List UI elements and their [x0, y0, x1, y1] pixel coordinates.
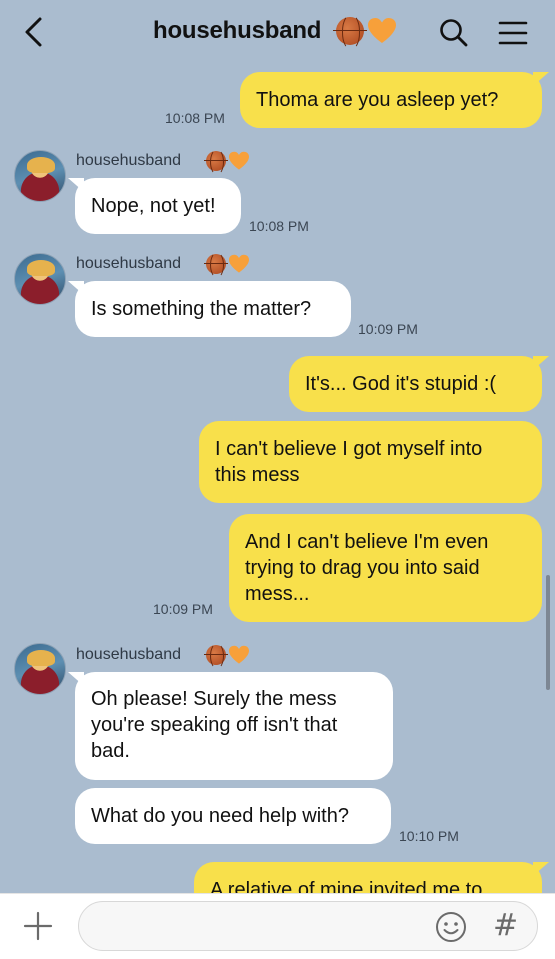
sender-name: househusband — [76, 255, 181, 272]
basketball-emoji-icon — [204, 149, 228, 175]
message-text: It's... God it's stupid :( — [305, 373, 497, 395]
title-emoji-group — [333, 14, 397, 50]
message-text-line: I can't believe I got myself into — [215, 438, 483, 460]
orange-heart-icon — [229, 254, 249, 273]
message-time: 10:08 PM — [249, 218, 309, 234]
sent-message-bubble[interactable]: It's... God it's stupid :( — [289, 356, 542, 412]
chat-title: househusband — [153, 17, 322, 44]
sent-message-bubble[interactable]: And I can't believe I'm even trying to d… — [229, 514, 542, 622]
plus-icon[interactable] — [22, 910, 54, 942]
message-time: 10:10 PM — [399, 828, 459, 844]
sender-emoji-group — [204, 252, 250, 278]
chevron-left-icon[interactable] — [18, 14, 50, 50]
basketball-emoji-icon — [333, 14, 367, 50]
message-composer: # — [0, 893, 555, 959]
basketball-emoji-icon — [204, 252, 228, 278]
orange-heart-icon — [229, 151, 249, 170]
message-text-line: trying to drag you into said — [245, 557, 480, 579]
received-message-bubble[interactable]: Oh please! Surely the mess you're speaki… — [75, 672, 393, 780]
scrollbar[interactable] — [546, 575, 550, 690]
message-text: Thoma are you asleep yet? — [256, 89, 499, 111]
message-time: 10:08 PM — [165, 110, 225, 126]
sender-emoji-group — [204, 643, 250, 669]
received-message-bubble[interactable]: What do you need help with? — [75, 788, 391, 844]
message-time: 10:09 PM — [153, 601, 213, 617]
message-text: What do you need help with? — [91, 805, 349, 827]
received-message-bubble[interactable]: Nope, not yet! — [75, 178, 241, 234]
sender-emoji-group — [204, 149, 250, 175]
orange-heart-icon — [229, 645, 249, 664]
avatar[interactable] — [14, 253, 66, 305]
message-time: 10:09 PM — [358, 321, 418, 337]
message-text-line: mess... — [245, 583, 310, 605]
sent-message-bubble[interactable]: I can't believe I got myself into this m… — [199, 421, 542, 503]
received-message-bubble[interactable]: Is something the matter? — [75, 281, 351, 337]
chat-header: househusband — [0, 0, 555, 62]
avatar[interactable] — [14, 150, 66, 202]
message-text-line: bad. — [91, 740, 130, 762]
message-text-line: And I can't believe I'm even — [245, 531, 489, 553]
orange-heart-icon — [368, 18, 396, 43]
basketball-emoji-icon — [204, 643, 228, 669]
sender-name: househusband — [76, 152, 181, 169]
hamburger-menu-icon[interactable] — [496, 16, 530, 50]
message-text: Nope, not yet! — [91, 195, 216, 217]
smiley-icon[interactable] — [434, 910, 468, 944]
avatar[interactable] — [14, 643, 66, 695]
message-text-line: you're speaking off isn't that — [91, 714, 338, 736]
hashtag-button[interactable]: # — [493, 908, 518, 943]
message-input[interactable]: # — [78, 901, 538, 951]
message-text: Is something the matter? — [91, 298, 312, 320]
message-text-line: Oh please! Surely the mess — [91, 688, 337, 710]
sent-message-bubble[interactable]: Thoma are you asleep yet? — [240, 72, 542, 128]
search-icon[interactable] — [437, 16, 471, 50]
sender-name: househusband — [76, 646, 181, 663]
message-text-line: this mess — [215, 464, 300, 486]
